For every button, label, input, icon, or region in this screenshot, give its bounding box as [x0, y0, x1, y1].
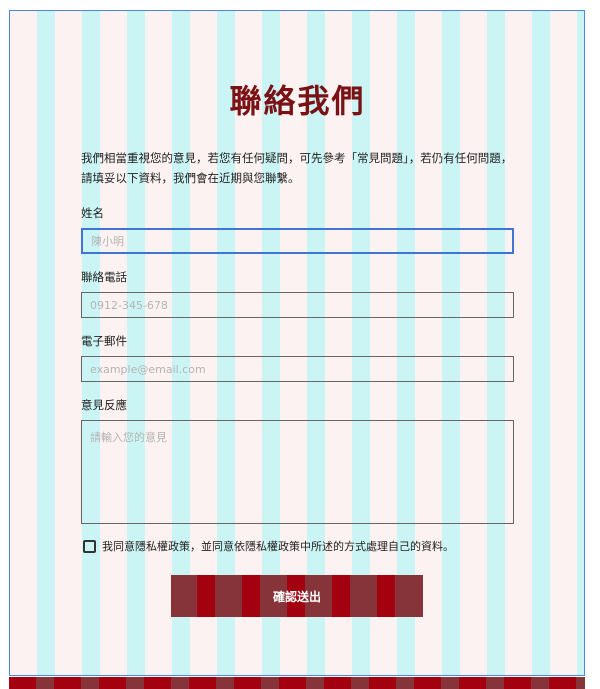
phone-label: 聯絡電話	[81, 270, 127, 284]
email-input[interactable]	[81, 356, 514, 382]
footer-bar	[9, 677, 585, 689]
page-title: 聯絡我們	[229, 82, 366, 120]
submit-button[interactable]: 確認送出	[171, 575, 423, 617]
intro-text: 我們相當重視您的意見，若您有任何疑問，可先參考「常見問題」，若仍有任何問題，請填…	[81, 151, 513, 185]
privacy-agree-row[interactable]: 我同意隱私權政策，並同意依隱私權政策中所述的方式處理自己的資料。	[83, 538, 514, 554]
email-label: 電子郵件	[81, 334, 127, 348]
contact-form-container: 聯絡我們 我們相當重視您的意見，若您有任何疑問，可先參考「常見問題」，若仍有任何…	[81, 80, 514, 554]
feedback-label: 意見反應	[81, 398, 127, 412]
privacy-agree-label: 我同意隱私權政策，並同意依隱私權政策中所述的方式處理自己的資料。	[102, 540, 454, 553]
phone-input[interactable]	[81, 292, 514, 318]
privacy-checkbox[interactable]	[83, 539, 96, 553]
name-input[interactable]	[81, 228, 514, 254]
feedback-textarea[interactable]	[81, 420, 514, 524]
name-label: 姓名	[81, 206, 104, 220]
